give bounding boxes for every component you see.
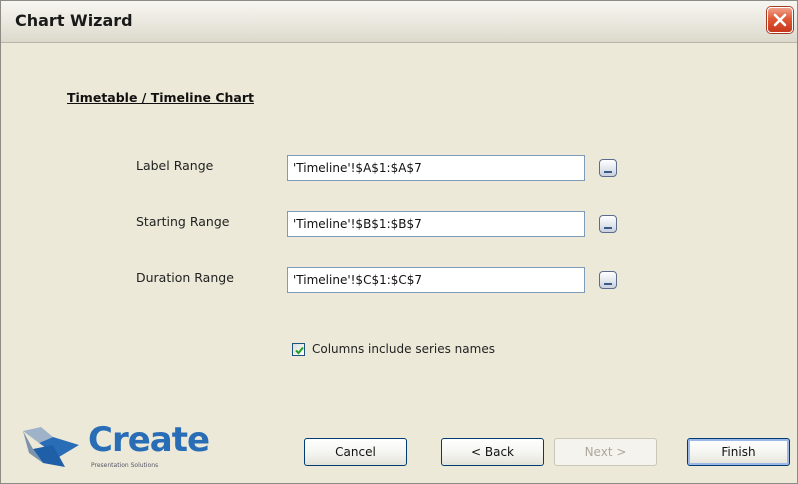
label-range-input[interactable] xyxy=(287,155,585,181)
checkmark-icon xyxy=(295,346,304,355)
series-names-label[interactable]: Columns include series names xyxy=(312,342,495,356)
duration-range-label: Duration Range xyxy=(136,270,234,285)
duration-range-picker-button[interactable] xyxy=(599,271,617,289)
range-picker-icon xyxy=(604,227,612,229)
cancel-button[interactable]: Cancel xyxy=(304,438,407,466)
range-picker-icon xyxy=(604,171,612,173)
series-names-checkbox[interactable] xyxy=(292,343,305,356)
logo-word: Create xyxy=(88,420,210,460)
section-heading: Timetable / Timeline Chart xyxy=(67,90,254,105)
next-button[interactable]: Next > xyxy=(554,438,657,466)
label-range-picker-button[interactable] xyxy=(599,159,617,177)
title-bar[interactable]: Chart Wizard xyxy=(1,1,797,43)
starting-range-picker-button[interactable] xyxy=(599,215,617,233)
label-range-label: Label Range xyxy=(136,158,214,173)
create-logo: Create Presentation Solutions xyxy=(19,420,210,471)
duration-range-input[interactable] xyxy=(287,267,585,293)
chart-wizard-dialog: Chart Wizard Timetable / Timeline Chart … xyxy=(0,0,798,484)
close-button[interactable] xyxy=(767,7,793,33)
finish-button[interactable]: Finish xyxy=(687,438,790,466)
back-button[interactable]: < Back xyxy=(441,438,544,466)
starting-range-label: Starting Range xyxy=(136,214,230,229)
logo-mark-icon xyxy=(23,427,79,467)
logo-tagline: Presentation Solutions xyxy=(91,462,159,469)
starting-range-input[interactable] xyxy=(287,211,585,237)
range-picker-icon xyxy=(604,283,612,285)
close-icon xyxy=(773,13,787,27)
window-title: Chart Wizard xyxy=(15,11,133,30)
